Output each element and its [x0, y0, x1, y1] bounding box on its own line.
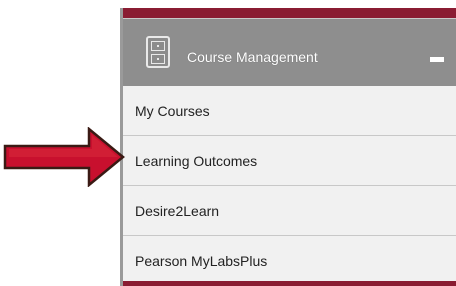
panel-title: Course Management: [187, 49, 318, 65]
cabinet-drawer-bottom: [151, 54, 165, 64]
menu-item-desire2learn[interactable]: Desire2Learn: [123, 186, 456, 236]
menu-item-label: Pearson MyLabsPlus: [135, 252, 268, 269]
panel-header[interactable]: Course Management: [123, 18, 456, 86]
red-arrow-icon: [3, 127, 125, 187]
course-management-panel: Course Management My Courses Learning Ou…: [120, 8, 456, 286]
menu-item-pearson-mylabsplus[interactable]: Pearson MyLabsPlus: [123, 236, 456, 286]
minus-icon[interactable]: [430, 57, 444, 62]
menu-item-label: My Courses: [135, 102, 210, 119]
menu-item-label: Learning Outcomes: [135, 152, 258, 169]
menu-item-my-courses[interactable]: My Courses: [123, 86, 456, 136]
menu-item-learning-outcomes[interactable]: Learning Outcomes: [123, 136, 456, 186]
file-cabinet-icon: [146, 36, 170, 68]
cabinet-drawer-top: [151, 41, 165, 51]
menu-item-label: Desire2Learn: [135, 202, 220, 219]
bottom-accent-bar: [123, 281, 456, 286]
top-accent-bar: [123, 8, 456, 18]
